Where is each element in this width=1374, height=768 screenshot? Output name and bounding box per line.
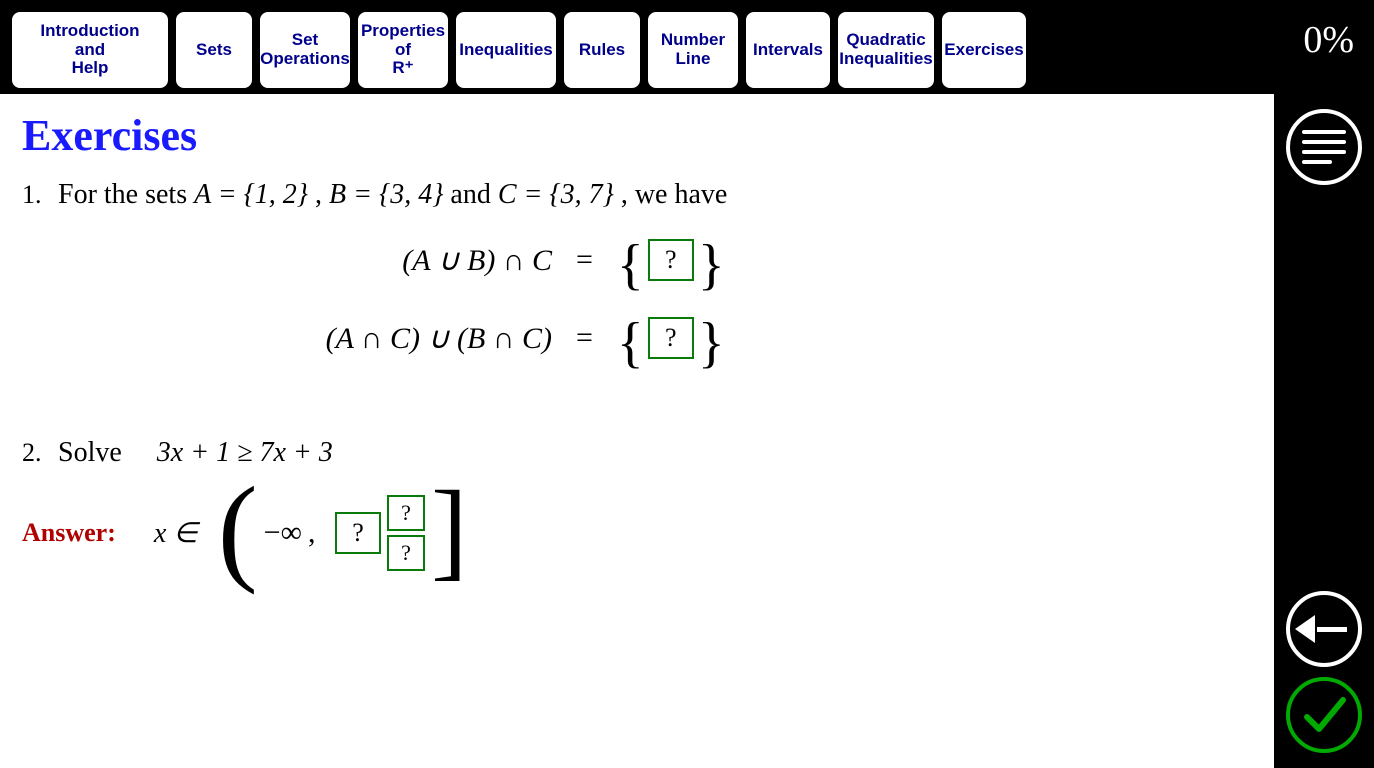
- question-2: 2. Solve 3x + 1 ≥ 7x + 3: [22, 437, 1252, 469]
- tab-rules[interactable]: Rules: [562, 10, 642, 90]
- q1-eq2: (A ∩ C) ∪ (B ∩ C) = { ? }: [22, 317, 1252, 359]
- tab-properties-rplus[interactable]: Properties of R⁺: [356, 10, 450, 90]
- q2-number: 2.: [22, 438, 44, 468]
- menu-icon: [1286, 109, 1362, 185]
- back-arrow-icon: [1286, 591, 1362, 667]
- tabs-container: Introduction and Help Sets Set Operation…: [10, 10, 1028, 90]
- q1-set-c: C = {3, 7}: [498, 179, 614, 210]
- progress-percent: 0%: [1303, 18, 1354, 62]
- q1-number: 1.: [22, 180, 44, 210]
- tab-exercises[interactable]: Exercises: [940, 10, 1028, 90]
- neg-infinity: −∞: [264, 516, 302, 550]
- q1-eq1-rhs: { ? }: [617, 239, 725, 281]
- q1-eq1-input[interactable]: ?: [648, 239, 694, 281]
- q2-text: Solve 3x + 1 ≥ 7x + 3: [58, 437, 333, 469]
- right-sidebar: [1274, 94, 1374, 768]
- close-bracket: ]: [431, 491, 468, 568]
- q1-sep1: ,: [315, 179, 329, 210]
- q1-eq2-lhs: (A ∩ C) ∪ (B ∩ C): [242, 321, 552, 356]
- q1-set-b: B = {3, 4}: [329, 179, 443, 210]
- tab-quadratic-inequalities[interactable]: Quadratic Inequalities: [836, 10, 936, 90]
- equals-sign: =: [576, 321, 593, 355]
- content-area: Exercises 1. For the sets A = {1, 2} , B…: [0, 94, 1274, 768]
- brace-close: }: [698, 249, 725, 283]
- tab-introduction-help[interactable]: Introduction and Help: [10, 10, 170, 90]
- tab-number-line[interactable]: Number Line: [646, 10, 740, 90]
- x-in: x ∈: [154, 516, 198, 550]
- q1-set-a: A = {1, 2}: [194, 179, 308, 210]
- q2-denominator-input[interactable]: ?: [387, 535, 425, 571]
- tab-sets[interactable]: Sets: [174, 10, 254, 90]
- brace-open: {: [617, 327, 644, 361]
- brace-close: }: [698, 327, 725, 361]
- answer-label: Answer:: [22, 518, 116, 548]
- q1-suffix: , we have: [621, 179, 728, 210]
- q2-solve-label: Solve: [58, 437, 122, 468]
- q2-numerator-input[interactable]: ?: [387, 495, 425, 531]
- tab-intervals[interactable]: Intervals: [744, 10, 832, 90]
- q1-text: For the sets A = {1, 2} , B = {3, 4} and…: [58, 179, 727, 211]
- menu-button[interactable]: [1281, 104, 1367, 190]
- equals-sign: =: [576, 243, 593, 277]
- back-button[interactable]: [1281, 586, 1367, 672]
- q2-fraction-inputs: ? ?: [387, 495, 425, 571]
- interval-expression: ( −∞ , ? ? ? ]: [218, 491, 468, 575]
- q2-whole-input[interactable]: ?: [335, 512, 381, 554]
- check-answers-button[interactable]: [1281, 672, 1367, 758]
- brace-open: {: [617, 249, 644, 283]
- q2-answer-row: Answer: x ∈ ( −∞ , ? ? ? ]: [22, 491, 1252, 575]
- q1-eq2-rhs: { ? }: [617, 317, 725, 359]
- q1-eq2-input[interactable]: ?: [648, 317, 694, 359]
- q1-and: and: [450, 179, 497, 210]
- q1-equations: (A ∪ B) ∩ C = { ? } (A ∩ C) ∪ (B ∩ C) = …: [22, 239, 1252, 359]
- open-paren: (: [218, 487, 258, 571]
- comma: ,: [308, 516, 316, 550]
- tab-set-operations[interactable]: Set Operations: [258, 10, 352, 90]
- checkmark-icon: [1286, 677, 1362, 753]
- q1-eq1-lhs: (A ∪ B) ∩ C: [242, 243, 552, 278]
- q1-prefix: For the sets: [58, 179, 194, 210]
- tab-inequalities[interactable]: Inequalities: [454, 10, 558, 90]
- top-nav-bar: Introduction and Help Sets Set Operation…: [0, 0, 1374, 94]
- page-title: Exercises: [22, 110, 1252, 161]
- q1-eq1: (A ∪ B) ∩ C = { ? }: [22, 239, 1252, 281]
- question-1: 1. For the sets A = {1, 2} , B = {3, 4} …: [22, 179, 1252, 211]
